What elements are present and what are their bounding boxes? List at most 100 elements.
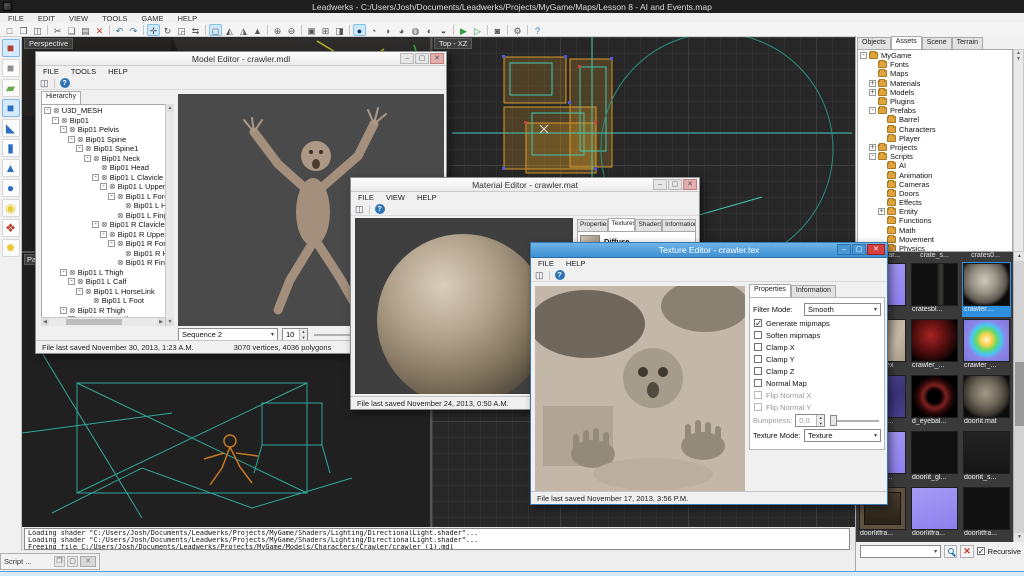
- tree-item[interactable]: - Bip01 R Clavicle: [42, 220, 173, 230]
- rotate-tool[interactable]: ↻: [161, 24, 174, 36]
- checkbox[interactable]: [754, 379, 762, 387]
- texture-mode-select[interactable]: Texture ▾: [804, 429, 881, 442]
- tree-item[interactable]: Characters: [858, 124, 1012, 134]
- screenshot[interactable]: ◙: [491, 24, 504, 36]
- tree-item[interactable]: AI: [858, 161, 1012, 170]
- expander-icon[interactable]: -: [108, 192, 115, 200]
- tree-item[interactable]: - Bip01 L Clavicle: [42, 173, 173, 183]
- options[interactable]: ⚙: [511, 24, 524, 36]
- texture-tab[interactable]: Properties: [749, 284, 791, 297]
- expander-icon[interactable]: -: [60, 306, 67, 314]
- scrollbar-thumb[interactable]: [1015, 362, 1024, 426]
- expander-icon[interactable]: -: [92, 221, 99, 229]
- help-icon[interactable]: ?: [374, 204, 385, 214]
- expander-icon[interactable]: +: [869, 143, 876, 151]
- tree-item[interactable]: - Bip01: [42, 116, 173, 126]
- tree-item[interactable]: Barrel: [858, 115, 1012, 124]
- tree-item[interactable]: - Bip01 Pelvis: [42, 125, 173, 135]
- panel-tab[interactable]: Terrain: [951, 37, 984, 49]
- slider-handle[interactable]: [830, 415, 838, 426]
- asset-thumbnail[interactable]: cratesbl...: [910, 262, 959, 317]
- restore-button[interactable]: ❐: [54, 556, 65, 567]
- asset-thumbnail[interactable]: crawler_...: [962, 318, 1011, 373]
- tree-item[interactable]: - Bip01 L Calf: [42, 277, 173, 287]
- tree-item[interactable]: Effects: [858, 198, 1012, 207]
- minimize-button[interactable]: –: [837, 244, 851, 255]
- script-window-minimized[interactable]: Script ... ❐ ▢ ✕: [0, 553, 100, 570]
- close-button[interactable]: ✕: [867, 244, 885, 255]
- maximize-button[interactable]: ▢: [67, 556, 78, 567]
- texture-option-checkbox[interactable]: Clamp X: [753, 341, 881, 353]
- box-brush-red[interactable]: ■: [1, 39, 20, 57]
- tree-item[interactable]: + Models: [858, 87, 1012, 97]
- expander-icon[interactable]: -: [860, 52, 867, 60]
- checkbox[interactable]: [754, 331, 762, 339]
- tree-item[interactable]: Bip01 Head: [42, 163, 173, 173]
- material-tab[interactable]: Textures: [608, 218, 636, 231]
- terrain-patch[interactable]: ▰: [1, 79, 20, 97]
- paste[interactable]: ▤: [79, 24, 92, 36]
- expander-icon[interactable]: -: [68, 278, 75, 286]
- console-log[interactable]: Loading shader "C:/Users/Josh/Documents/…: [24, 528, 850, 550]
- cone-brush[interactable]: ▲: [1, 159, 20, 177]
- help-icon[interactable]: ?: [554, 270, 565, 280]
- window-titlebar[interactable]: Texture Editor - crawler.tex – ▢ ✕: [531, 243, 887, 258]
- texture-editor-window[interactable]: Texture Editor - crawler.tex – ▢ ✕ FILE H…: [530, 242, 888, 505]
- help[interactable]: ?: [531, 24, 544, 36]
- material-tab[interactable]: Information: [662, 219, 696, 231]
- tree-item[interactable]: Bip01 R Hand: [42, 249, 173, 259]
- divider[interactable]: [453, 24, 454, 35]
- menu-item[interactable]: HELP: [178, 14, 198, 23]
- divider[interactable]: [301, 24, 302, 35]
- tree-item[interactable]: + Projects: [858, 142, 1012, 152]
- asset-label-partial[interactable]: crates0...: [960, 252, 1011, 261]
- render-mode-4[interactable]: ◕: [395, 24, 408, 36]
- scroll-right-icon[interactable]: ▶: [157, 318, 165, 326]
- tree-item[interactable]: Player: [858, 133, 1012, 143]
- tree-item[interactable]: - Bip01 Neck: [42, 154, 173, 164]
- expander-icon[interactable]: -: [52, 116, 59, 124]
- checkbox[interactable]: [754, 355, 762, 363]
- tree-item[interactable]: - Bip01 Spine1: [42, 144, 173, 154]
- render-mode-7[interactable]: ◒: [437, 24, 450, 36]
- zoom-in[interactable]: ⊕: [271, 24, 284, 36]
- menu-item[interactable]: FILE: [8, 14, 24, 23]
- asset-thumbnail[interactable]: doorlitfra...: [962, 486, 1011, 541]
- tree-item[interactable]: + Materials: [858, 78, 1012, 88]
- light-tool[interactable]: ◉: [1, 199, 20, 217]
- asset-thumbnail[interactable]: doorlit_s...: [962, 430, 1011, 485]
- new-file[interactable]: □: [3, 24, 16, 36]
- tree-item[interactable]: Animation: [858, 170, 1012, 180]
- tree-item[interactable]: - U3D_MESH: [42, 106, 173, 116]
- minimize-button[interactable]: –: [400, 53, 414, 64]
- checkbox[interactable]: [754, 367, 762, 375]
- model-tool[interactable]: ❖: [1, 219, 20, 237]
- menu-item[interactable]: FILE: [43, 67, 59, 76]
- texture-option-checkbox[interactable]: Flip Normal Y: [753, 401, 881, 413]
- checkbox[interactable]: [754, 391, 762, 399]
- sphere-brush[interactable]: ●: [1, 179, 20, 197]
- scroll-down-icon[interactable]: ▼: [1014, 56, 1023, 62]
- run-game[interactable]: ▶: [457, 24, 470, 36]
- expander-icon[interactable]: -: [92, 173, 99, 181]
- terrain-tool-1[interactable]: ◭: [223, 24, 236, 36]
- panel-tab[interactable]: Scene: [921, 37, 952, 49]
- scroll-up-icon[interactable]: ▲: [1014, 252, 1024, 261]
- cut[interactable]: ✂: [51, 24, 64, 36]
- menu-item[interactable]: HELP: [108, 67, 128, 76]
- search-input[interactable]: ▾: [860, 544, 942, 558]
- panel-tab[interactable]: Assets: [890, 36, 922, 49]
- divider[interactable]: [487, 24, 488, 35]
- tree-item[interactable]: - Bip01 L HorseLink: [42, 287, 173, 297]
- maximize-button[interactable]: ▢: [415, 53, 429, 64]
- render-mode-6[interactable]: ◐: [423, 24, 436, 36]
- terrain-tool-2[interactable]: ◮: [237, 24, 250, 36]
- tree-item[interactable]: - Bip01 R Thigh: [42, 306, 173, 316]
- wedge-brush[interactable]: ◣: [1, 119, 20, 137]
- expander-icon[interactable]: -: [108, 240, 115, 248]
- tree-item[interactable]: Fonts: [858, 60, 1012, 69]
- expander-icon[interactable]: -: [869, 107, 876, 115]
- close-button[interactable]: ✕: [80, 556, 96, 567]
- cylinder-brush[interactable]: ▮: [1, 139, 20, 157]
- maximize-button[interactable]: ▢: [668, 179, 682, 190]
